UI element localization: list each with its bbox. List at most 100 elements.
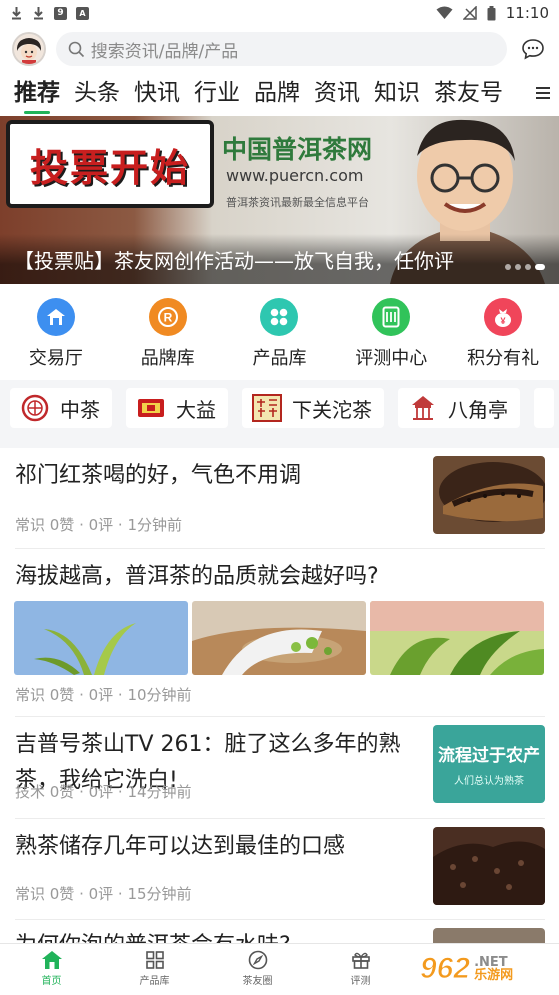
article-thumbnail: 流程过于农产 人们总认为熟茶 [433,725,545,803]
banner-carousel[interactable]: 投票开始 中国普洱茶网 www.puercn.com 普洱茶资讯最新最全信息平台… [0,116,559,284]
article-meta: 常识 0赞 · 0评 · 10分钟前 [15,686,192,704]
banner-pagination [505,264,545,270]
quick-nav-brand-library[interactable]: R 品牌库 [112,284,224,380]
compass-icon [248,950,267,970]
article-image-1 [14,601,188,675]
qn-circle: R [148,298,187,336]
article-meta: 技术 0赞 · 0评 · 14分钟前 [15,783,192,801]
tabs-scroll: 推荐 头条 快讯 行业 品牌 资讯 知识 茶友号 [0,72,527,114]
quick-nav-product-library[interactable]: 产品库 [224,284,336,380]
bottom-nav-label: 茶友圈 [242,976,273,987]
svg-text:R: R [163,311,172,325]
tab-item[interactable]: 茶友号 [434,72,503,114]
article-meta: 常识 0赞 · 0评 · 1分钟前 [15,516,183,534]
quick-nav-label: 品牌库 [140,348,195,369]
banner-dot [505,264,511,270]
avatar[interactable] [12,32,46,66]
brand-chip-name: 八角亭 [448,397,508,422]
tab-item[interactable]: 知识 [374,72,420,114]
svg-text:¥: ¥ [501,316,506,326]
tabs-menu-button[interactable] [527,72,559,114]
brand-chip-xiaguan[interactable]: 下关沱茶 [242,388,384,428]
app-icon: 9 [54,6,67,20]
tab-item[interactable]: 头条 [74,72,120,114]
article-item[interactable]: 熟茶储存几年可以达到最佳的口感 常识 0赞 · 0评 · 15分钟前 [0,819,559,919]
tab-item[interactable]: 快讯 [134,72,180,114]
article-title: 熟茶储存几年可以达到最佳的口感 [15,834,346,859]
article-thumbnail [433,456,545,534]
bottom-nav-review[interactable]: 评测 [309,944,412,995]
category-tabs: 推荐 头条 快讯 行业 品牌 资讯 知识 茶友号 [0,72,559,116]
quick-nav-review-center[interactable]: 评测中心 [335,284,447,380]
status-time: 11:10 [505,4,549,22]
quick-nav-label: 评测中心 [355,348,428,369]
article-item[interactable]: 吉普号茶山TV 261：脏了这么多年的熟茶，我给它洗白! 技术 0赞 · 0评 … [0,717,559,818]
article-thumbnail-subtext: 人们总认为熟茶 [454,776,524,787]
banner-dot [525,264,531,270]
watermark-logo-text: 962 [419,952,471,986]
banner-speech-bubble: 投票开始 [6,120,214,208]
article-item[interactable]: 祁门红茶喝的好，气色不用调 常识 0赞 · 0评 · 1分钟前 [0,448,559,548]
signal-off-icon [462,6,477,20]
bottom-nav-tea-circle[interactable]: 茶友圈 [206,944,309,995]
tab-item[interactable]: 行业 [194,72,240,114]
quick-nav-points-gift[interactable]: ¥ 积分有礼 [447,284,559,380]
article-meta: 常识 0赞 · 0评 · 15分钟前 [15,885,192,903]
grid-icon [145,951,164,969]
brand-chips: 中茶 大益 下关沱茶 八角亭 [0,388,559,440]
brand-chip-bajiaoting[interactable]: 八角亭 [398,388,520,428]
brand-chip-name: 下关沱茶 [292,397,372,422]
search-header: 搜索资讯/品牌/产品 [0,26,559,72]
brand-chip-name: 中茶 [60,397,100,422]
article-image-3 [370,601,544,675]
download-icon [12,7,21,20]
banner-dot-active [535,264,545,270]
banner-bubble-text: 投票开始 [29,145,190,190]
bottom-nav-label: 产品库 [139,976,170,987]
qn-circle [372,298,411,336]
quick-nav-label: 产品库 [252,348,307,369]
download-icon [34,7,43,20]
banner-caption: 【投票贴】茶友网创作活动——放飞自我，任你评 [14,249,454,273]
article-title: 祁门红茶喝的好，气色不用调 [15,463,302,488]
grid-icon [271,308,288,326]
brand-chip-dayi[interactable]: 大益 [126,388,228,428]
avatar-face-icon [14,34,44,64]
gift-icon [351,952,370,969]
brand-chip-zhongcha[interactable]: 中茶 [10,388,112,428]
xiaguan-logo-icon [252,394,282,422]
qn-circle [36,298,75,336]
a-icon: A [76,6,89,20]
quick-nav-label: 积分有礼 [467,348,540,369]
message-button[interactable] [519,35,547,63]
bag-icon: ¥ [495,309,512,327]
wifi-icon [436,6,453,19]
search-input[interactable]: 搜索资讯/品牌/产品 [55,32,508,66]
search-icon [68,41,84,57]
tab-item[interactable]: 推荐 [14,72,60,114]
zhongcha-logo-icon [21,394,49,422]
article-thumbnail [433,827,545,905]
battery-icon [487,5,496,20]
quick-nav-label: 交易厅 [28,348,83,369]
tab-item[interactable]: 品牌 [254,72,300,114]
document-icon [382,306,400,328]
tab-item[interactable]: 资讯 [314,72,360,114]
bottom-nav-label: 评测 [350,976,371,987]
watermark-site-name: 乐游网 [474,968,514,983]
article-title: 海拔越高，普洱茶的品质就会越好吗? [15,564,379,589]
status-bar: 9 A 11:10 [0,0,559,26]
banner-logo-text: 中国普洱茶网 [222,135,373,164]
home-icon [41,951,62,969]
home-icon [46,309,65,325]
bottom-nav-home[interactable]: 首页 [0,944,103,995]
search-placeholder: 搜索资讯/品牌/产品 [90,41,239,62]
bottom-nav-products[interactable]: 产品库 [103,944,206,995]
brand-chip-name: 大益 [176,397,216,422]
banner-url-text: www.puercn.com [226,166,364,185]
quick-nav: 交易厅 R 品牌库 产品库 评测中心 ¥ 积分有礼 [0,284,559,380]
qn-circle [260,298,299,336]
quick-nav-trading-hall[interactable]: 交易厅 [0,284,112,380]
bajiaoting-logo-icon [412,396,434,420]
brand-chip-partial[interactable] [534,388,554,428]
